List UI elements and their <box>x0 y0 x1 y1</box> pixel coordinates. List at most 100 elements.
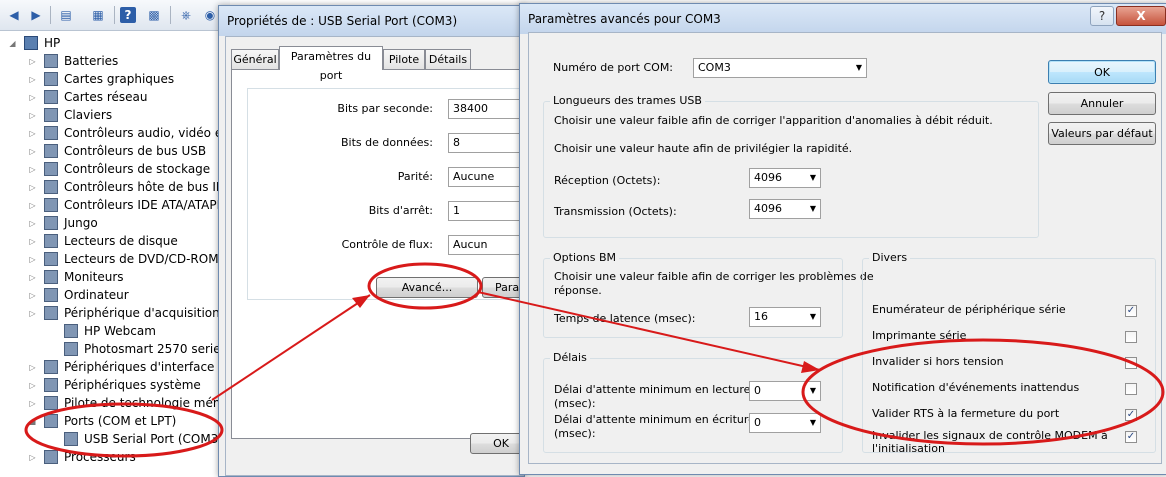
port-settings-frame <box>247 88 539 300</box>
toolbar-separator <box>114 6 115 24</box>
read-timeout-value: 0 <box>754 384 761 397</box>
expand-arrow-icon[interactable]: ▷ <box>28 147 37 156</box>
port-field-label: Bits de données: <box>340 136 433 149</box>
latency-label: Temps de latence (msec): <box>554 312 696 325</box>
expand-arrow-icon[interactable]: ▷ <box>28 453 37 462</box>
imaging-device-icon <box>44 306 58 320</box>
misc-option-label: Imprimante série <box>872 329 967 342</box>
advanced-client: Numéro de port COM: COM3 ▼ OK Annuler Val… <box>528 32 1162 464</box>
timeouts-group: Délais Délai d'attente minimum en lectur… <box>543 351 843 453</box>
expand-arrow-icon[interactable]: ▷ <box>28 165 37 174</box>
collapse-arrow-icon[interactable]: ◢ <box>28 417 37 426</box>
expand-arrow-icon[interactable]: ▷ <box>28 183 37 192</box>
disable-device-icon[interactable]: ◉ <box>200 5 220 25</box>
bm-hint-line1: Choisir une valeur faible afin de corrig… <box>554 270 874 283</box>
transmit-label: Transmission (Octets): <box>554 205 677 218</box>
tab-details[interactable]: Détails <box>425 49 471 69</box>
checked-checkbox[interactable]: ✓ <box>1125 431 1137 443</box>
audio-controller-icon <box>44 126 58 140</box>
expand-arrow-icon[interactable]: ▷ <box>28 363 37 372</box>
expand-arrow-icon[interactable]: ▷ <box>28 255 37 264</box>
bm-options-group: Options BM Choisir une valeur faible afi… <box>543 251 874 338</box>
tree-item-label: Claviers <box>64 108 113 122</box>
expand-arrow-icon[interactable]: ▷ <box>28 129 37 138</box>
disk-drive-icon <box>44 234 58 248</box>
expand-arrow-icon[interactable]: ▷ <box>28 75 37 84</box>
expand-arrow-icon[interactable]: ▷ <box>28 57 37 66</box>
expand-arrow-icon[interactable]: ▷ <box>28 381 37 390</box>
computer-icon <box>24 36 38 50</box>
write-timeout-dropdown[interactable]: 0 ▼ <box>749 413 821 433</box>
unchecked-checkbox[interactable] <box>1125 357 1137 369</box>
collapse-arrow-icon[interactable]: ◢ <box>8 39 17 48</box>
help-icon[interactable]: ? <box>120 7 136 23</box>
read-timeout-dropdown[interactable]: 0 ▼ <box>749 381 821 401</box>
tree-item-label: Batteries <box>64 54 119 68</box>
expand-arrow-icon[interactable]: ▷ <box>28 237 37 246</box>
properties-titlebar: Propriétés de : USB Serial Port (COM3) <box>219 6 524 36</box>
tree-item-label: Cartes réseau <box>64 90 148 104</box>
restore-defaults-button[interactable]: Valeurs par défaut <box>1048 122 1156 145</box>
usb-group-title: Longueurs des trames USB <box>550 94 705 107</box>
expand-arrow-icon[interactable]: ▷ <box>28 273 37 282</box>
latency-dropdown[interactable]: 16 ▼ <box>749 307 821 327</box>
latency-value: 16 <box>754 310 768 323</box>
receive-size-value: 4096 <box>754 171 782 184</box>
port-field-value: Aucune <box>453 170 495 183</box>
expand-arrow-icon[interactable]: ▷ <box>28 201 37 210</box>
misc-option-label: Invalider si hors tension <box>872 355 1004 368</box>
read-timeout-unit: (msec): <box>554 397 596 410</box>
receive-label: Réception (Octets): <box>554 174 661 187</box>
tree-item-label: USB Serial Port (COM3) <box>84 432 223 446</box>
help-caption-button[interactable]: ? <box>1090 6 1114 26</box>
tab-driver[interactable]: Pilote <box>383 49 425 69</box>
port-field-label: Contrôle de flux: <box>341 238 433 251</box>
expand-arrow-icon[interactable]: ▷ <box>28 309 37 318</box>
dvd-drive-icon <box>44 252 58 266</box>
update-list-icon[interactable]: ▦ <box>88 5 108 25</box>
misc-options-group: Divers Enumérateur de périphérique série… <box>862 251 1156 455</box>
unchecked-checkbox[interactable] <box>1125 331 1137 343</box>
tree-item-label: Contrôleurs de bus USB <box>64 144 207 158</box>
tree-item-label: Cartes graphiques <box>64 72 175 86</box>
tree-item-label: Contrôleurs de stockage <box>64 162 211 176</box>
com-port-value: COM3 <box>698 61 731 74</box>
transmit-size-dropdown[interactable]: 4096 ▼ <box>749 199 821 219</box>
com-port-dropdown[interactable]: COM3 ▼ <box>693 58 867 78</box>
scan-hardware-icon[interactable]: ▩ <box>144 5 164 25</box>
checked-checkbox[interactable]: ✓ <box>1125 409 1137 421</box>
back-arrow-icon[interactable]: ◀ <box>4 5 24 25</box>
misc-option-label: Valider RTS à la fermeture du port <box>872 407 1060 420</box>
tree-item-label: Photosmart 2570 series <box>84 342 227 356</box>
tab-general[interactable]: Général <box>231 49 279 69</box>
tree-item-label: Processeurs <box>64 450 136 464</box>
tree-item-label: Jungo <box>64 216 98 230</box>
uninstall-icon[interactable]: ⎈ <box>176 5 196 25</box>
cancel-button[interactable]: Annuler <box>1048 92 1156 115</box>
misc-option-label: Enumérateur de périphérique série <box>872 303 1066 316</box>
network-adapter-icon <box>44 90 58 104</box>
properties-client: Général Paramètres du port Pilote Détail… <box>225 36 539 476</box>
expand-arrow-icon[interactable]: ▷ <box>28 93 37 102</box>
unchecked-checkbox[interactable] <box>1125 383 1137 395</box>
properties-icon[interactable]: ▤ <box>56 5 76 25</box>
tree-item-label: Ports (COM et LPT) <box>64 414 177 428</box>
checked-checkbox[interactable]: ✓ <box>1125 305 1137 317</box>
close-caption-button[interactable]: X <box>1116 6 1166 26</box>
forward-arrow-icon[interactable]: ▶ <box>26 5 46 25</box>
port-field-label: Parité: <box>397 170 433 183</box>
advanced-ok-button[interactable]: OK <box>1048 60 1156 84</box>
expand-arrow-icon[interactable]: ▷ <box>28 219 37 228</box>
tree-item-label: Lecteurs de disque <box>64 234 178 248</box>
advanced-button[interactable]: Avancé... <box>376 277 478 298</box>
properties-window: Propriétés de : USB Serial Port (COM3) G… <box>218 5 539 477</box>
port-field-value: 8 <box>453 136 460 149</box>
toolbar-separator <box>170 6 171 24</box>
write-timeout-unit: (msec): <box>554 427 596 440</box>
expand-arrow-icon[interactable]: ▷ <box>28 111 37 120</box>
tab-port-settings[interactable]: Paramètres du port <box>279 46 383 82</box>
expand-arrow-icon[interactable]: ▷ <box>28 291 37 300</box>
receive-size-dropdown[interactable]: 4096 ▼ <box>749 168 821 188</box>
monitor-icon <box>44 270 58 284</box>
expand-arrow-icon[interactable]: ▷ <box>28 399 37 408</box>
